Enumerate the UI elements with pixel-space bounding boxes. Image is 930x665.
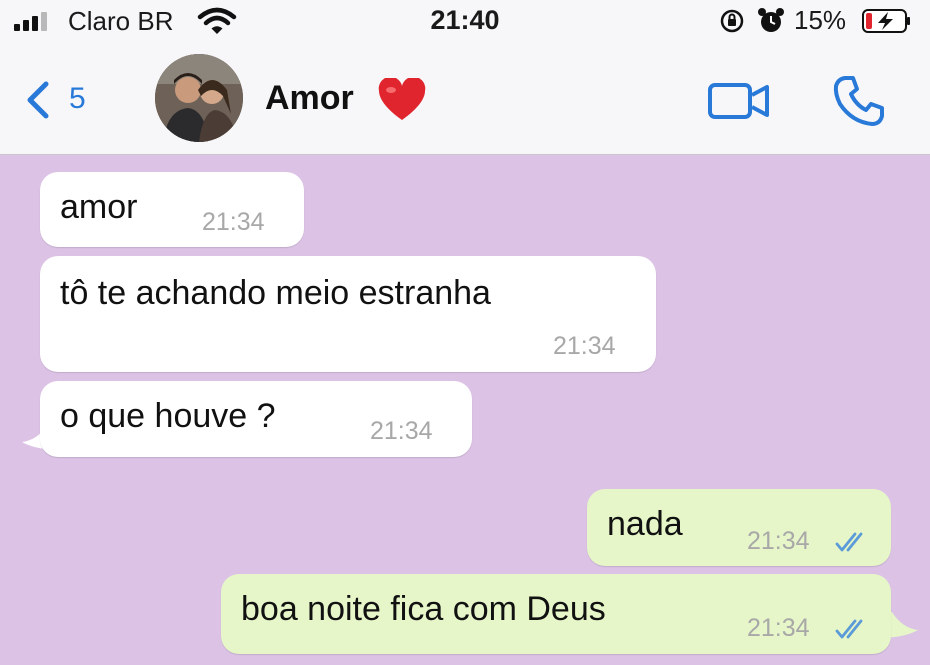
- avatar[interactable]: [155, 54, 243, 142]
- message-time: 21:34: [553, 332, 616, 360]
- status-time: 21:40: [430, 5, 500, 35]
- battery-percent: 15%: [794, 5, 847, 35]
- message-bubble-incoming[interactable]: tô te achando meio estranha 21:34: [40, 256, 656, 372]
- message-text: o que houve ?: [60, 397, 276, 435]
- message-time: 21:34: [747, 614, 810, 642]
- battery-charging-icon: [862, 9, 910, 33]
- chat-header: 5 Amor: [0, 42, 930, 155]
- message-time: 21:34: [747, 527, 810, 555]
- message-bubble-outgoing[interactable]: nada 21:34: [587, 489, 891, 566]
- message-bubble-incoming[interactable]: o que houve ? 21:34: [40, 381, 472, 457]
- message-bubble-incoming[interactable]: amor 21:34: [40, 172, 304, 247]
- back-chevron-icon[interactable]: [22, 80, 52, 120]
- message-time: 21:34: [370, 417, 433, 445]
- double-check-icon: [835, 619, 863, 639]
- alarm-icon: [758, 8, 784, 32]
- heart-emoji: [378, 78, 426, 120]
- status-bar: Claro BR 21:40 15%: [0, 0, 930, 42]
- message-text: amor: [60, 188, 138, 226]
- message-time: 21:34: [202, 208, 265, 236]
- message-bubble-outgoing[interactable]: boa noite fica com Deus 21:34: [221, 574, 891, 654]
- message-text: nada: [607, 505, 683, 543]
- double-check-icon: [835, 532, 863, 552]
- unread-count[interactable]: 5: [69, 82, 86, 116]
- orientation-lock-icon: [720, 9, 744, 33]
- phone-call-icon[interactable]: [832, 74, 886, 128]
- message-text: tô te achando meio estranha: [60, 274, 491, 312]
- contact-name[interactable]: Amor: [265, 79, 354, 118]
- video-call-icon[interactable]: [707, 80, 771, 122]
- message-text: boa noite fica com Deus: [241, 590, 606, 628]
